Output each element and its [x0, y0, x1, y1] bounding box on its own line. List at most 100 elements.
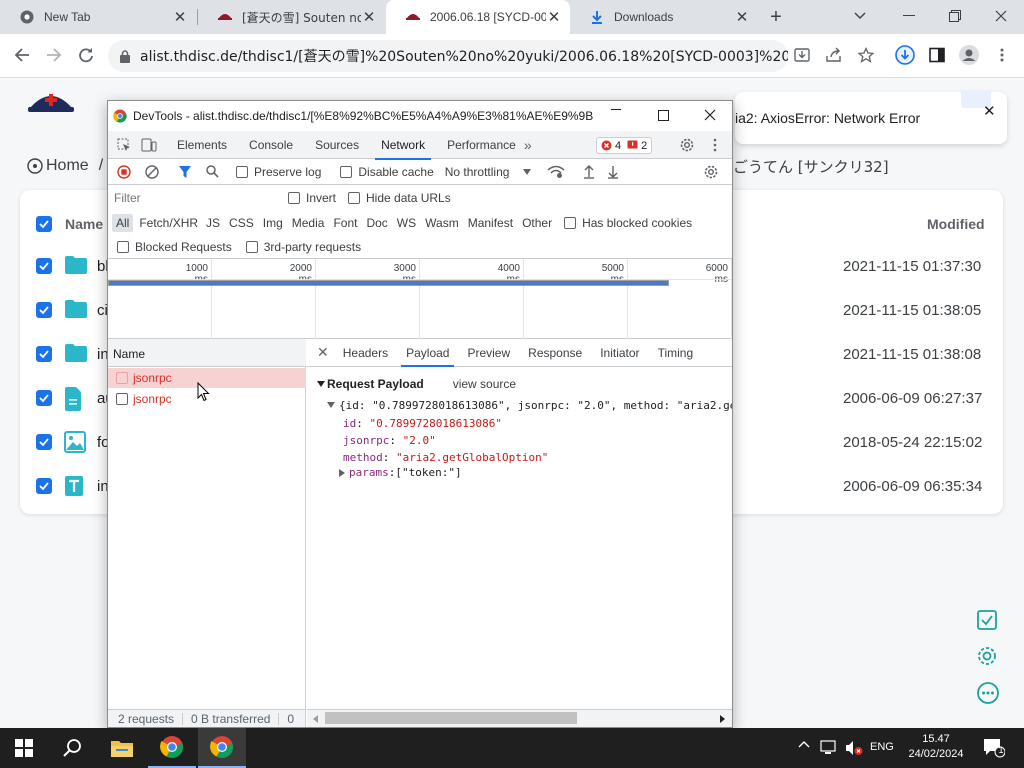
tab-sources[interactable]: Sources [315, 138, 359, 152]
profile-avatar-icon[interactable] [955, 41, 983, 69]
breadcrumb-current[interactable]: ごうてん [サンクリ32] [733, 156, 889, 177]
tab-search-chevron-icon[interactable] [837, 0, 883, 32]
filter-funnel-icon[interactable] [179, 165, 191, 178]
filter-fetch-xhr[interactable]: Fetch/XHR [139, 216, 198, 230]
detail-tab-timing[interactable]: Timing [658, 346, 694, 360]
restore-icon[interactable] [932, 0, 978, 32]
chrome-taskbar-icon[interactable] [148, 728, 196, 768]
filter-img[interactable]: Img [263, 216, 283, 230]
throttling-select[interactable]: No throttling [445, 165, 532, 179]
disable-cache-checkbox[interactable] [340, 165, 353, 178]
filter-doc[interactable]: Doc [366, 216, 387, 230]
row-checkbox[interactable] [36, 302, 52, 318]
network-conditions-icon[interactable] [547, 165, 565, 179]
site-logo[interactable] [28, 90, 74, 116]
detail-tab-initiator[interactable]: Initiator [600, 346, 639, 360]
clear-icon[interactable] [145, 164, 159, 179]
column-header-name[interactable]: Name [65, 216, 103, 232]
column-header-modified[interactable]: Modified [927, 216, 985, 232]
close-detail-icon[interactable]: ✕ [317, 344, 329, 361]
export-har-icon[interactable] [607, 165, 619, 179]
filter-css[interactable]: CSS [229, 216, 254, 230]
tab-souten[interactable]: [蒼天の雪] Souten no yuki ✕ [198, 0, 385, 34]
tab-sycd-0003[interactable]: 2006.06.18 [SYCD-0003] ✕ [386, 0, 570, 34]
request-list-header[interactable]: Name [108, 339, 306, 367]
tray-chevron-icon[interactable] [798, 740, 810, 748]
chrome-menu-icon[interactable] [988, 41, 1016, 69]
toast-close-icon[interactable]: ✕ [983, 102, 996, 120]
row-checkbox[interactable] [36, 390, 52, 406]
forward-arrow-icon[interactable] [40, 41, 68, 69]
invert-checkbox[interactable] [288, 192, 300, 204]
tab-performance[interactable]: Performance [447, 138, 516, 152]
more-panels-chevron-icon[interactable]: » [524, 137, 532, 153]
share-icon[interactable] [820, 41, 848, 69]
close-icon[interactable]: ✕ [734, 9, 750, 26]
filter-all[interactable]: All [112, 214, 134, 232]
detail-tab-response[interactable]: Response [528, 346, 582, 360]
scrollbar-thumb[interactable] [325, 712, 577, 724]
tab-downloads[interactable]: Downloads ✕ [570, 0, 758, 34]
payload-summary-row[interactable]: {id: "0.7899728018613086", jsonrpc: "2.0… [327, 398, 732, 412]
devtools-settings-gear-icon[interactable] [680, 138, 694, 152]
devtools-title-bar[interactable]: DevTools - alist.thdisc.de/thdisc1/[%E8%… [108, 101, 732, 131]
side-panel-icon[interactable] [923, 41, 951, 69]
detail-tab-preview[interactable]: Preview [467, 346, 510, 360]
close-icon[interactable]: ✕ [361, 9, 377, 26]
blocked-requests-checkbox[interactable] [117, 240, 129, 253]
filter-manifest[interactable]: Manifest [468, 216, 513, 230]
payload-line[interactable]: method: "aria2.getGlobalOption" [343, 451, 548, 464]
third-party-checkbox[interactable] [245, 240, 258, 253]
preserve-log-checkbox[interactable] [236, 165, 248, 178]
select-all-checkbox[interactable] [36, 216, 52, 232]
search-icon[interactable] [48, 728, 96, 768]
reload-icon[interactable] [72, 41, 100, 69]
error-issue-counter[interactable]: 4 2 [596, 137, 653, 154]
inspect-element-icon[interactable] [117, 138, 131, 152]
file-explorer-icon[interactable] [98, 728, 146, 768]
downloads-toolbar-icon[interactable] [891, 41, 919, 69]
close-icon[interactable]: ✕ [546, 9, 562, 26]
close-icon[interactable]: ✕ [172, 9, 188, 26]
install-app-icon[interactable] [788, 41, 816, 69]
new-tab-plus-icon[interactable]: + [764, 6, 788, 28]
volume-muted-icon[interactable] [845, 740, 863, 756]
filter-js[interactable]: JS [206, 216, 220, 230]
import-har-icon[interactable] [583, 164, 595, 179]
network-settings-gear-icon[interactable] [704, 165, 718, 179]
back-arrow-icon[interactable] [8, 41, 36, 69]
tab-elements[interactable]: Elements [177, 138, 227, 152]
has-blocked-cookies-checkbox[interactable] [564, 217, 577, 229]
checklist-icon[interactable] [976, 609, 998, 631]
filter-ws[interactable]: WS [397, 216, 416, 230]
row-checkbox[interactable] [36, 258, 52, 274]
filter-media[interactable]: Media [292, 216, 325, 230]
tab-console[interactable]: Console [249, 138, 293, 152]
filter-input[interactable] [114, 188, 276, 208]
bookmark-star-icon[interactable] [852, 41, 880, 69]
row-checkbox[interactable] [36, 346, 52, 362]
devtools-close-icon[interactable] [704, 109, 716, 121]
network-tray-icon[interactable] [820, 740, 838, 756]
row-checkbox[interactable] [36, 434, 52, 450]
scroll-right-icon[interactable] [720, 715, 725, 723]
breadcrumb-home[interactable]: Home [46, 157, 89, 175]
devtools-menu-icon[interactable] [713, 138, 717, 152]
more-options-icon[interactable] [976, 681, 1000, 705]
tab-network[interactable]: Network [375, 138, 432, 160]
clock[interactable]: 15.47 24/02/2024 [904, 732, 968, 762]
device-toggle-icon[interactable] [141, 138, 157, 152]
timeline-overview[interactable]: 1000 ms2000 ms3000 ms4000 ms5000 ms6000 … [108, 259, 732, 339]
detail-tab-payload[interactable]: Payload [401, 346, 455, 367]
hide-data-urls-checkbox[interactable] [348, 192, 361, 204]
view-source-link[interactable]: view source [453, 377, 516, 391]
tab-new-tab[interactable]: New Tab ✕ [0, 0, 196, 34]
horizontal-scrollbar[interactable] [307, 709, 732, 727]
minimize-icon[interactable] [886, 0, 932, 32]
row-checkbox[interactable] [36, 478, 52, 494]
detail-tab-headers[interactable]: Headers [343, 346, 388, 360]
close-window-icon[interactable] [978, 0, 1024, 32]
filter-font[interactable]: Font [333, 216, 357, 230]
home-icon[interactable] [27, 158, 43, 174]
payload-line[interactable]: id: "0.7899728018613086" [343, 417, 502, 430]
